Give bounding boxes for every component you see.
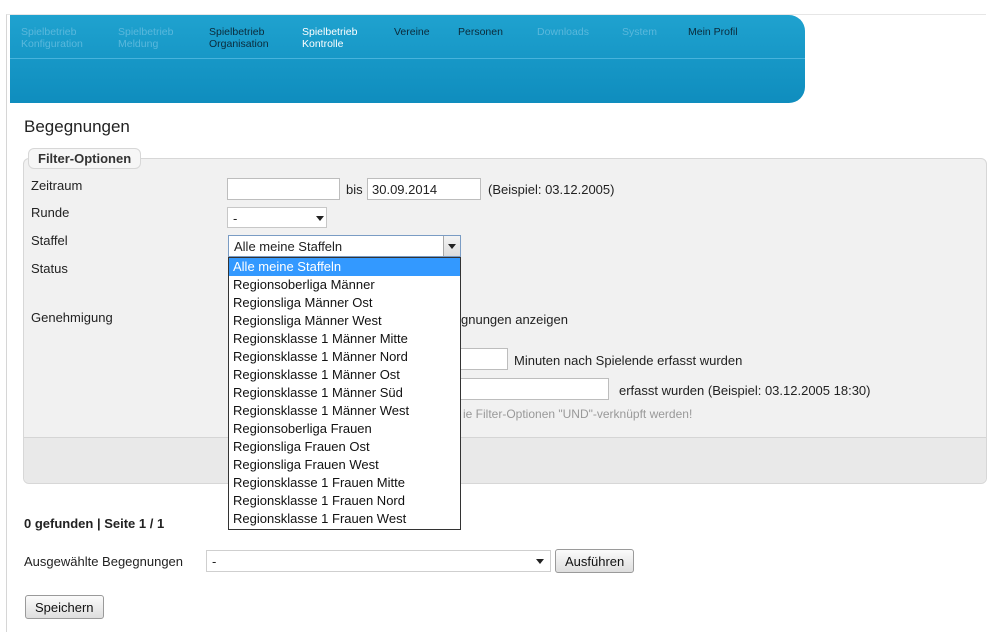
nav-label-line1: Personen — [458, 26, 503, 38]
result-count: 0 gefunden | Seite 1 / 1 — [24, 516, 165, 531]
nav-label-line1: System — [622, 26, 658, 38]
nav-label-line2: Organisation — [209, 38, 269, 50]
nav-label-line1: Vereine — [394, 26, 430, 38]
execute-button[interactable]: Ausführen — [555, 549, 635, 573]
staffel-option[interactable]: Regionsklasse 1 Männer Ost — [229, 366, 460, 384]
nav-item-spielbetrieb-organisation[interactable]: Spielbetrieb Organisation — [209, 26, 269, 50]
zeitraum-label: Zeitraum — [31, 178, 83, 193]
nav-label-line2: Konfiguration — [21, 38, 83, 50]
erfasst-input[interactable] — [455, 378, 609, 400]
nav-label-line1: Spielbetrieb — [118, 26, 174, 38]
und-hint: ie Filter-Optionen "UND"-verknüpft werde… — [463, 407, 693, 421]
nav-label-line2: Meldung — [118, 38, 159, 50]
staffel-option[interactable]: Regionsklasse 1 Männer Mitte — [229, 330, 460, 348]
zeitraum-example: (Beispiel: 03.12.2005) — [488, 182, 615, 197]
nav-label-line2: Kontrolle — [302, 38, 344, 50]
minuten-input[interactable] — [455, 348, 508, 370]
genehmigung-option-text: gnungen anzeigen — [461, 312, 568, 327]
nav-item-spielbetrieb-kontrolle[interactable]: Spielbetrieb Kontrolle — [302, 26, 357, 50]
staffel-select-value: Alle meine Staffeln — [234, 239, 343, 254]
runde-select[interactable]: - — [227, 207, 327, 228]
staffel-option[interactable]: Regionsklasse 1 Frauen West — [229, 510, 460, 528]
minuten-text: Minuten nach Spielende erfasst wurden — [514, 353, 743, 368]
staffel-option[interactable]: Regionsliga Frauen West — [229, 456, 460, 474]
nav-item-system[interactable]: System — [622, 26, 657, 38]
filter-legend: Filter-Optionen — [28, 148, 142, 169]
nav-item-downloads[interactable]: Downloads — [537, 26, 589, 38]
bulk-action-value: - — [212, 554, 217, 569]
chevron-down-icon — [448, 244, 456, 249]
nav-item-personen[interactable]: Personen — [458, 26, 503, 38]
zeitraum-from-input[interactable] — [227, 178, 340, 200]
staffel-option[interactable]: Regionsliga Männer West — [229, 312, 460, 330]
staffel-option[interactable]: Regionsklasse 1 Männer West — [229, 402, 460, 420]
zeitraum-to-input[interactable] — [367, 178, 481, 200]
runde-select-value: - — [233, 211, 238, 226]
page-title: Begegnungen — [24, 117, 130, 136]
chevron-down-icon — [536, 559, 544, 564]
status-label: Status — [31, 261, 68, 276]
breadcrumb-bar — [10, 58, 805, 103]
main-nav: Spielbetrieb Konfiguration Spielbetrieb … — [21, 26, 801, 56]
nav-label-line1: Spielbetrieb — [209, 26, 265, 38]
bis-label: bis — [346, 182, 363, 197]
staffel-option[interactable]: Regionsliga Frauen Ost — [229, 438, 460, 456]
bulk-action-select[interactable]: - — [206, 550, 551, 572]
filter-panel-footer — [24, 437, 986, 483]
staffel-dropdown-button[interactable] — [443, 236, 460, 256]
staffel-select[interactable]: Alle meine Staffeln — [228, 235, 461, 257]
save-button[interactable]: Speichern — [25, 595, 104, 619]
bulk-action-label: Ausgewählte Begegnungen — [24, 554, 184, 569]
staffel-label: Staffel — [31, 233, 68, 248]
nav-item-mein-profil[interactable]: Mein Profil — [688, 26, 738, 38]
staffel-option[interactable]: Regionsliga Männer Ost — [229, 294, 460, 312]
staffel-option[interactable]: Regionsklasse 1 Männer Nord — [229, 348, 460, 366]
nav-label-line1: Downloads — [537, 26, 589, 38]
runde-label: Runde — [31, 205, 70, 220]
staffel-option[interactable]: Alle meine Staffeln — [229, 258, 460, 276]
genehmigung-label: Genehmigung — [31, 310, 113, 325]
nav-label-line1: Mein Profil — [688, 26, 738, 38]
staffel-option[interactable]: Regionsklasse 1 Männer Süd — [229, 384, 460, 402]
staffel-option[interactable]: Regionsklasse 1 Frauen Mitte — [229, 474, 460, 492]
nav-item-vereine[interactable]: Vereine — [394, 26, 430, 38]
nav-item-spielbetrieb-konfiguration[interactable]: Spielbetrieb Konfiguration — [21, 26, 83, 50]
chevron-down-icon — [316, 216, 324, 221]
staffel-option[interactable]: Regionsoberliga Männer — [229, 276, 460, 294]
staffel-option[interactable]: Regionsoberliga Frauen — [229, 420, 460, 438]
erfasst-text: erfasst wurden (Beispiel: 03.12.2005 18:… — [619, 383, 871, 398]
nav-label-line1: Spielbetrieb — [302, 26, 358, 38]
staffel-dropdown-list: Alle meine Staffeln Regionsoberliga Männe… — [228, 257, 461, 530]
nav-item-spielbetrieb-meldung[interactable]: Spielbetrieb Meldung — [118, 26, 173, 50]
nav-label-line1: Spielbetrieb — [21, 26, 77, 38]
staffel-option[interactable]: Regionsklasse 1 Frauen Nord — [229, 492, 460, 510]
